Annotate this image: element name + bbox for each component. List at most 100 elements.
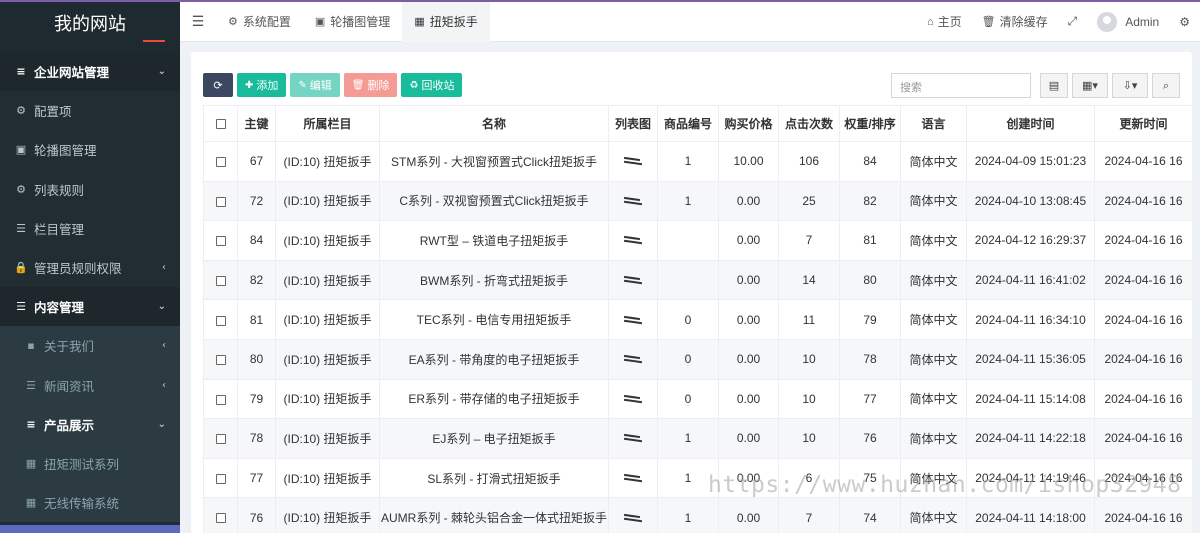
row-select-cell[interactable] [203, 220, 238, 261]
row-select-cell[interactable] [203, 299, 238, 340]
table-row[interactable]: 67 (ID:10) 扭矩扳手 STM系列 - 大视窗预置式Click扭矩扳手 1 10… [203, 141, 1192, 182]
row-checkbox[interactable] [215, 355, 226, 366]
product-thumbnail[interactable] [622, 192, 644, 210]
column-header[interactable]: 主键 [237, 105, 276, 142]
sidebar-item-label: 无线传输系统 [44, 496, 120, 512]
sidebar-item[interactable]: ▪ 关于我们 ‹ [0, 326, 180, 366]
table-row[interactable]: 82 (ID:10) 扭矩扳手 BWM系列 - 折弯式扭矩扳手 0.00 14 80 简体中… [203, 259, 1192, 301]
search-button[interactable]: ⌕ [1152, 73, 1180, 98]
cell-category: (ID:10) 扭矩扳手 [275, 457, 380, 499]
column-header[interactable]: 更新时间 [1094, 105, 1192, 142]
cell-id: 76 [237, 497, 276, 533]
sidebar-item[interactable]: ≡ 产品展示 ⌄ [0, 404, 180, 444]
sidebar-item[interactable]: ▦ 扭矩测试系列 [0, 443, 180, 484]
tab-torque-wrench[interactable]: ▦ 扭矩扳手 [402, 1, 490, 42]
clear-cache-link[interactable]: 🗑 清除缓存 [972, 13, 1058, 30]
row-checkbox[interactable] [215, 275, 226, 286]
row-checkbox[interactable] [215, 513, 226, 524]
cell-updated: 2024-04-16 16 [1094, 259, 1192, 301]
row-checkbox[interactable] [215, 473, 226, 484]
column-header[interactable]: 点击次数 [778, 105, 840, 142]
table-row[interactable]: 78 (ID:10) 扭矩扳手 EJ系列 – 电子扭矩扳手 1 0.00 10 76 简体中文… [203, 418, 1192, 459]
sidebar-item-label: 轮播图管理 [34, 143, 97, 159]
table-row[interactable]: 80 (ID:10) 扭矩扳手 EA系列 - 带角度的电子扭矩扳手 0 0.00 10 78… [203, 338, 1192, 380]
table-row[interactable]: 84 (ID:10) 扭矩扳手 RWT型 – 铁道电子扭矩扳手 0.00 7 81 简体中文… [203, 220, 1192, 261]
product-thumbnail[interactable] [622, 509, 644, 527]
user-menu[interactable]: Admin [1087, 11, 1169, 32]
row-checkbox[interactable] [215, 434, 226, 445]
sidebar-item[interactable]: 🔒 管理员规则权限 ‹ [0, 248, 180, 287]
select-all-checkbox[interactable] [215, 119, 226, 130]
home-link[interactable]: ⌂ 主页 [917, 13, 972, 30]
columns-button[interactable]: ▦▾ [1072, 73, 1108, 98]
row-select-cell[interactable] [203, 497, 238, 533]
row-select-cell[interactable] [203, 338, 238, 380]
sidebar-item[interactable]: ▦ 无线传输系统 [0, 483, 180, 523]
column-header[interactable]: 商品编号 [657, 105, 719, 142]
export-button[interactable]: ⇩▾ [1112, 73, 1148, 98]
row-checkbox[interactable] [215, 315, 226, 326]
column-header[interactable]: 创建时间 [966, 105, 1095, 142]
row-select-cell[interactable] [203, 457, 238, 499]
sidebar-item[interactable]: ☰ 栏目管理 [0, 209, 180, 248]
table-row[interactable]: 72 (ID:10) 扭矩扳手 C系列 - 双视窗预置式Click扭矩扳手 1 0.00… [203, 180, 1192, 222]
table-row[interactable]: 81 (ID:10) 扭矩扳手 TEC系列 - 电信专用扭矩扳手 0 0.00 11 79 简… [203, 299, 1192, 340]
column-header[interactable]: 语言 [900, 105, 967, 142]
row-select-cell[interactable] [203, 378, 238, 420]
table-row[interactable]: 76 (ID:10) 扭矩扳手 AUMR系列 - 棘轮头铝合金一体式扭矩扳手 1 0.0… [203, 497, 1192, 533]
settings-button[interactable]: ⚙ [1169, 15, 1200, 29]
sidebar-item[interactable]: ☰ 新闻资讯 ‹ [0, 365, 180, 405]
sidebar-item[interactable]: ▣ 轮播图管理 [0, 130, 180, 169]
product-thumbnail[interactable] [622, 350, 644, 368]
tab-system-config[interactable]: ⚙ 系统配置 [216, 2, 303, 42]
select-all-header[interactable] [203, 105, 238, 142]
delete-button[interactable]: 🗑 删除 [343, 73, 398, 97]
edit-button[interactable]: ✎ 编辑 [290, 73, 340, 97]
recycle-bin-button[interactable]: ♻ 回收站 [401, 73, 463, 97]
row-select-cell[interactable] [203, 418, 238, 459]
clear-cache-label: 清除缓存 [999, 15, 1048, 29]
chevron-icon: ⌄ [157, 418, 166, 430]
row-select-cell[interactable] [203, 259, 238, 301]
row-checkbox[interactable] [215, 394, 226, 405]
row-select-cell[interactable] [203, 180, 238, 222]
tab-banner-manage[interactable]: ▣ 轮播图管理 [303, 2, 402, 42]
column-header[interactable]: 权重/排序 [839, 105, 901, 142]
column-header[interactable]: 名称 [379, 105, 609, 142]
cell-name: SL系列 - 打滑式扭矩扳手 [379, 457, 609, 499]
menu-toggle-icon[interactable]: ☰ [180, 13, 216, 30]
row-checkbox[interactable] [215, 157, 226, 168]
row-checkbox[interactable] [215, 196, 226, 207]
grid-icon: ▦▾ [1082, 79, 1098, 92]
product-thumbnail[interactable] [622, 311, 644, 329]
product-thumbnail[interactable] [622, 429, 644, 447]
cogs-icon: ⚙ [1179, 14, 1190, 29]
toggle-view-button[interactable]: ▤ [1040, 73, 1068, 98]
row-select-cell[interactable] [203, 141, 238, 182]
sidebar-item[interactable]: ≡ 企业网站管理 ⌄ [0, 52, 180, 92]
fullscreen-button[interactable]: ⤢ [1058, 14, 1088, 29]
search-input[interactable]: 搜索 [891, 73, 1031, 98]
sidebar-item[interactable]: ⚙ 列表规则 [0, 170, 180, 209]
row-checkbox[interactable] [215, 236, 226, 247]
product-thumbnail[interactable] [622, 469, 644, 487]
column-header[interactable]: 购买价格 [718, 105, 779, 142]
refresh-button[interactable]: ⟳ [203, 73, 233, 97]
cell-weight: 77 [839, 378, 901, 420]
cell-price: 0.00 [718, 378, 779, 420]
column-header[interactable]: 列表图 [608, 105, 658, 142]
sidebar-item[interactable]: ☰ 内容管理 ⌄ [0, 287, 180, 327]
top-nav: ☰ ⚙ 系统配置 ▣ 轮播图管理 ▦ 扭矩扳手 ⌂ 主页 🗑 清除缓存 ⤢ Admin ⚙ [180, 1, 1200, 42]
add-button[interactable]: ✚ 添加 [237, 73, 287, 97]
cell-created: 2024-04-11 14:22:18 [966, 418, 1095, 459]
sidebar-item[interactable]: ⚙ 配置项 [0, 91, 180, 130]
column-header[interactable]: 所属栏目 [275, 105, 380, 142]
product-thumbnail[interactable] [622, 231, 644, 249]
product-thumbnail[interactable] [622, 390, 644, 408]
table-row[interactable]: 79 (ID:10) 扭矩扳手 ER系列 - 带存储的电子扭矩扳手 0 0.00 10 77… [203, 378, 1192, 420]
table-row[interactable]: 77 (ID:10) 扭矩扳手 SL系列 - 打滑式扭矩扳手 1 0.00 6 75 简体中文… [203, 457, 1192, 499]
cell-id: 82 [237, 259, 276, 301]
product-thumbnail[interactable] [622, 152, 644, 170]
product-thumbnail[interactable] [622, 271, 644, 289]
site-brand[interactable]: 我的网站 [0, 0, 180, 52]
